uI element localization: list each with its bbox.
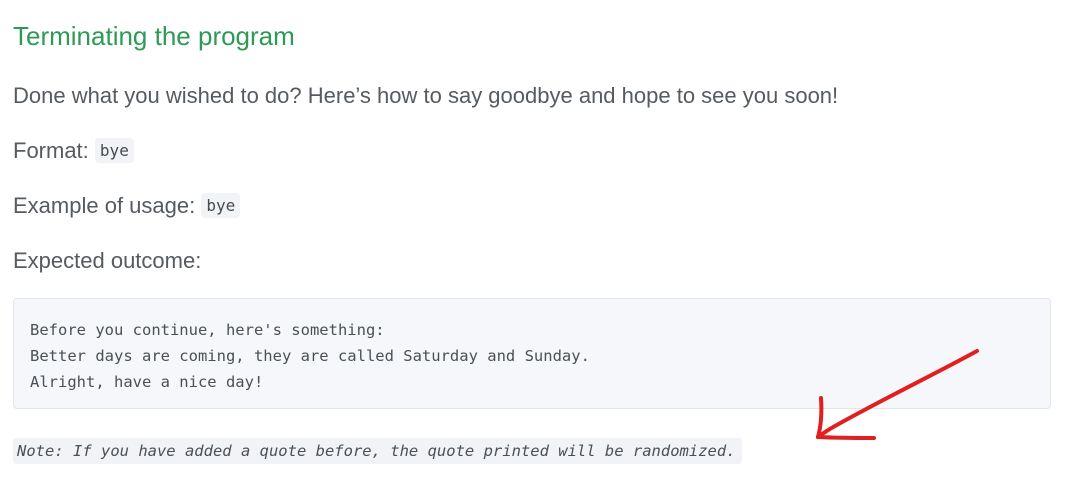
red-arrow-icon xyxy=(816,349,979,440)
outcome-label: Expected outcome: xyxy=(13,248,202,273)
example-paragraph: Example of usage: bye xyxy=(13,191,241,221)
example-label: Example of usage: xyxy=(13,193,196,218)
format-code: bye xyxy=(94,138,134,163)
intro-paragraph: Done what you wished to do? Here’s how t… xyxy=(13,83,839,108)
section-heading: Terminating the program xyxy=(13,21,295,51)
randomized-quote-note: Note: If you have added a quote before, … xyxy=(13,438,742,464)
example-code: bye xyxy=(201,193,241,218)
code-line-1: Before you continue, here's something: xyxy=(30,321,385,339)
expected-outcome-code-block: Before you continue, here's something: B… xyxy=(13,298,1051,409)
code-line-3: Alright, have a nice day! xyxy=(30,373,264,391)
code-line-2: Better days are coming, they are called … xyxy=(30,347,590,365)
format-paragraph: Format: bye xyxy=(13,136,134,166)
format-label: Format: xyxy=(13,138,89,163)
